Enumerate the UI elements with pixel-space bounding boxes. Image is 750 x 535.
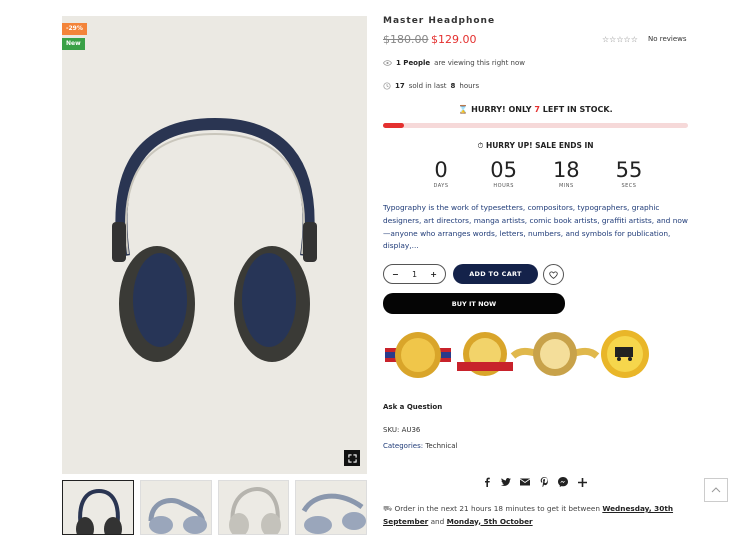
delivery-date-end: Monday, 5th October [446, 516, 533, 526]
secs-value: 55 [615, 158, 643, 182]
countdown-days: 0 DAYS [410, 157, 472, 189]
quantity-stepper: − 1 + [383, 264, 446, 284]
pinterest-icon[interactable] [539, 477, 549, 487]
viewers-text: are viewing this right now [434, 59, 525, 67]
headphone-image [62, 16, 367, 474]
twitter-icon[interactable] [501, 477, 511, 487]
clock-icon [383, 82, 391, 90]
facebook-icon[interactable] [482, 477, 492, 487]
sold-text-1: sold in last [408, 82, 447, 90]
sku-label: SKU: [383, 426, 400, 434]
add-to-cart-button[interactable]: ADD TO CART [453, 264, 538, 284]
stock-count: 7 [534, 105, 540, 114]
trust-seals [385, 330, 649, 378]
delivery-estimate: ⛟ Order in the next 21 hours 18 minutes … [383, 503, 688, 528]
email-icon[interactable] [520, 477, 530, 487]
thumbnail-strip [62, 480, 367, 535]
thumbnail-image [302, 493, 367, 534]
categories-info: Categories: Technical [383, 442, 457, 450]
days-value: 0 [434, 158, 448, 182]
scroll-to-top-button[interactable] [704, 478, 728, 502]
thumbnail-image [148, 497, 207, 534]
mins-label: MINS [558, 183, 574, 189]
zoom-button[interactable] [344, 450, 360, 466]
stock-notice: ⌛ HURRY! ONLY 7 LEFT IN STOCK. [383, 105, 688, 114]
free-shipping-seal [601, 330, 649, 378]
countdown-mins: 18 MINS [535, 157, 597, 189]
share-bar [482, 477, 587, 487]
thumbnail-image [228, 486, 281, 534]
hours-label: HOURS [493, 183, 514, 189]
categories-label: Categories: [383, 442, 424, 450]
guarantee-seal [510, 332, 600, 376]
sale-badge: -29% [62, 23, 87, 35]
category-link[interactable]: Technical [425, 442, 457, 450]
sold-text-2: hours [459, 82, 480, 90]
thumbnail-image [76, 488, 122, 534]
countdown-timer: 0 DAYS 05 HOURS 18 MINS 55 SECS [410, 157, 660, 189]
sale-price: $129.00 [431, 33, 477, 46]
rating-stars[interactable]: ☆☆☆☆☆ [602, 35, 638, 44]
countdown-hours: 05 HOURS [473, 157, 535, 189]
timer-icon: ⏱ [477, 141, 484, 150]
truck-icon: ⛟ [383, 504, 393, 513]
sold-hours: 8 [450, 82, 456, 90]
stock-prefix: HURRY! ONLY [471, 105, 532, 114]
product-main-image[interactable]: -29% New [62, 16, 367, 474]
reviews-link[interactable]: No reviews [648, 35, 687, 43]
thumbnail-2[interactable] [139, 480, 212, 535]
new-badge: New [62, 38, 85, 50]
expand-icon [347, 453, 357, 463]
sku-value: AU36 [401, 426, 421, 434]
viewers-notice: 1 People are viewing this right now [383, 59, 525, 67]
delivery-text-2: to get it between [537, 504, 600, 513]
stock-progress-bar [383, 123, 688, 128]
sold-notice: 17 sold in last 8 hours [383, 82, 479, 90]
countdown-secs: 55 SECS [598, 157, 660, 189]
hourglass-icon: ⌛ [458, 105, 469, 114]
buy-now-button[interactable]: BUY IT NOW [383, 293, 565, 314]
stock-progress-fill [383, 123, 405, 128]
viewers-count: 1 People [396, 59, 431, 67]
heart-icon [549, 270, 558, 279]
product-description: Typography is the work of typesetters, c… [383, 203, 688, 251]
sold-count: 17 [395, 82, 405, 90]
thumbnail-3[interactable] [217, 480, 290, 535]
secs-label: SECS [621, 183, 637, 189]
star-icon: ☆☆☆☆☆ [602, 35, 638, 44]
chevron-up-icon [711, 487, 721, 493]
mins-value: 18 [552, 158, 580, 182]
plus-icon[interactable] [577, 477, 587, 487]
thumbnail-1[interactable] [62, 480, 134, 535]
sale-countdown-heading: ⏱ HURRY UP! SALE ENDS IN [383, 141, 688, 151]
wishlist-button[interactable] [543, 264, 564, 285]
thumbnail-4[interactable] [295, 480, 367, 535]
ask-question-link[interactable]: Ask a Question [383, 403, 442, 411]
messenger-icon[interactable] [558, 477, 568, 487]
plus-button[interactable]: + [430, 270, 437, 279]
delivery-countdown: 21 hours 18 minutes [459, 504, 535, 513]
eye-icon [383, 60, 392, 66]
satisfaction-seal [457, 332, 513, 376]
stock-suffix: LEFT IN STOCK. [542, 105, 613, 114]
hours-value: 05 [490, 158, 518, 182]
sale-heading-text: HURRY UP! SALE ENDS IN [485, 141, 594, 150]
quantity-value[interactable]: 1 [412, 270, 417, 279]
delivery-text-3: and [430, 516, 445, 526]
delivery-text-1: Order in the next [394, 504, 458, 513]
product-title: Master Headphone [383, 16, 496, 26]
original-price: $180.00 [383, 33, 429, 46]
minus-button[interactable]: − [392, 270, 399, 279]
sku-info: SKU: AU36 [383, 426, 420, 434]
money-back-seal [385, 332, 451, 378]
days-label: DAYS [433, 183, 449, 189]
